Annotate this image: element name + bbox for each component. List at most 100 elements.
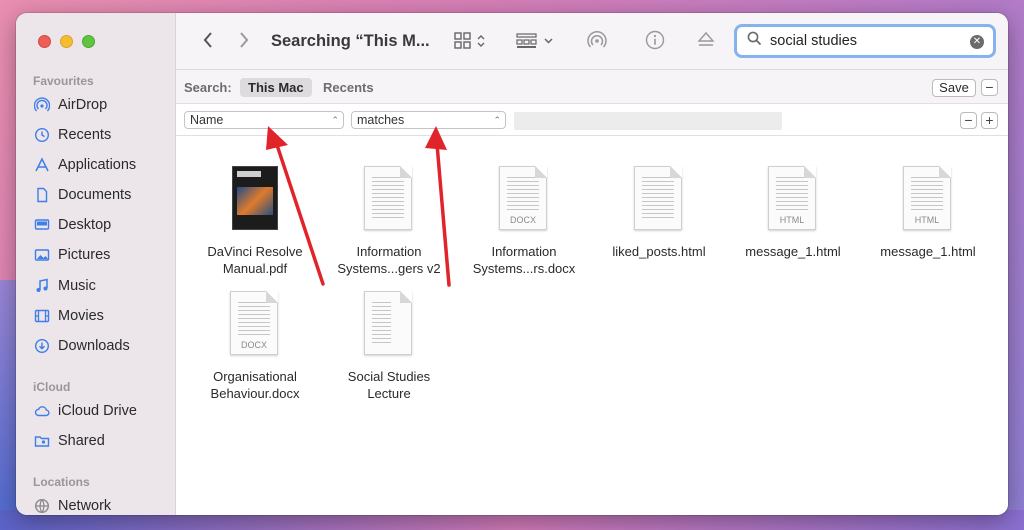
- search-results: DaVinci Resolve Manual.pdf Information Sys…: [176, 136, 1008, 515]
- attribute-dropdown[interactable]: Name ⌃: [184, 111, 344, 129]
- updown-chevron-icon: ⌃: [331, 115, 339, 125]
- file-item[interactable]: DOCX Information Systems...rs.docx: [459, 166, 589, 277]
- text-document-icon: [364, 166, 414, 234]
- file-item[interactable]: DOCX Organisational Behaviour.docx: [190, 291, 320, 402]
- file-name-line2: Systems...rs.docx: [472, 261, 576, 276]
- clear-search-icon[interactable]: ✕: [970, 35, 984, 49]
- group-icon: [516, 33, 553, 48]
- shared-folder-icon: [34, 433, 50, 449]
- music-icon: [34, 278, 50, 294]
- download-icon: [34, 338, 50, 354]
- chevron-right-icon: [240, 32, 249, 48]
- applications-icon: [34, 157, 50, 173]
- pdf-file-icon: [230, 166, 280, 234]
- view-mode-button[interactable]: [454, 32, 490, 50]
- file-type-tag: DOCX: [509, 215, 536, 225]
- minimize-window-button[interactable]: [60, 35, 73, 48]
- sidebar-item-label: Music: [58, 278, 96, 294]
- finder-window: Favourites AirDrop Recents Applications …: [16, 13, 1008, 515]
- docx-document-icon: DOCX: [499, 166, 549, 234]
- html-document-icon: HTML: [903, 166, 953, 234]
- sidebar-item-label: iCloud Drive: [58, 403, 137, 419]
- rule-value-field[interactable]: [514, 112, 782, 130]
- sidebar-item-recents[interactable]: Recents: [34, 124, 111, 146]
- forward-button[interactable]: [238, 31, 250, 49]
- attribute-dropdown-value: Name: [190, 113, 224, 127]
- back-button[interactable]: [202, 31, 214, 49]
- file-name-line1: liked_posts.html: [612, 244, 706, 259]
- file-type-tag: HTML: [779, 215, 805, 225]
- search-icon: [747, 31, 762, 51]
- zoom-window-button[interactable]: [82, 35, 95, 48]
- window-title: Searching “This M...: [271, 32, 430, 50]
- search-scope-bar: Search: This Mac Recents Save −: [176, 70, 1008, 104]
- file-name-line2: Lecture: [367, 386, 411, 401]
- eject-icon: [697, 31, 715, 46]
- file-item[interactable]: Social Studies Lecture: [324, 291, 454, 402]
- file-name-line1: Information: [356, 244, 422, 259]
- sidebar-item-label: AirDrop: [58, 97, 108, 113]
- file-item[interactable]: liked_posts.html: [594, 166, 724, 260]
- globe-icon: [34, 498, 50, 514]
- sidebar-item-label: Desktop: [58, 217, 112, 233]
- operator-dropdown[interactable]: matches ⌃: [351, 111, 506, 129]
- film-icon: [34, 308, 50, 324]
- remove-scope-button[interactable]: −: [981, 79, 998, 96]
- chevron-left-icon: [203, 32, 212, 48]
- sidebar-item-icloud-drive[interactable]: iCloud Drive: [34, 400, 137, 422]
- operator-dropdown-value: matches: [357, 113, 405, 127]
- sidebar-item-pictures[interactable]: Pictures: [34, 244, 110, 266]
- sidebar-item-label: Network: [58, 498, 112, 514]
- file-item[interactable]: HTML message_1.html: [863, 166, 993, 260]
- file-name-line2: Behaviour.docx: [210, 386, 300, 401]
- file-name-line2: Systems...gers v2: [337, 261, 441, 276]
- sidebar-item-documents[interactable]: Documents: [34, 184, 131, 206]
- sidebar-item-network[interactable]: Network: [34, 495, 111, 515]
- scope-recents-button[interactable]: Recents: [315, 78, 382, 97]
- group-by-button[interactable]: [516, 32, 556, 50]
- file-name-line1: Social Studies: [347, 369, 431, 384]
- sidebar-item-shared[interactable]: Shared: [34, 430, 105, 452]
- sidebar-item-label: Documents: [58, 187, 132, 203]
- file-name-line2: Manual.pdf: [222, 261, 288, 276]
- file-item[interactable]: HTML message_1.html: [728, 166, 858, 260]
- desktop-icon: [34, 217, 50, 233]
- add-rule-button[interactable]: +: [981, 112, 998, 129]
- clock-icon: [34, 127, 50, 143]
- text-document-icon: [634, 166, 684, 234]
- sidebar-item-music[interactable]: Music: [34, 275, 96, 297]
- close-window-button[interactable]: [38, 35, 51, 48]
- file-type-tag: DOCX: [240, 340, 267, 350]
- photo-icon: [34, 247, 50, 263]
- sidebar-item-downloads[interactable]: Downloads: [34, 335, 130, 357]
- sidebar-item-label: Pictures: [58, 247, 111, 263]
- info-icon: [645, 30, 665, 50]
- search-input[interactable]: [770, 33, 960, 49]
- document-icon: [34, 187, 50, 203]
- toolbar: Searching “This M... social studies ✕: [176, 13, 1008, 70]
- sidebar-section-locations: Locations: [33, 475, 90, 489]
- sidebar-item-applications[interactable]: Applications: [34, 154, 136, 176]
- airdrop-icon: [34, 97, 50, 113]
- search-field[interactable]: ✕: [734, 24, 996, 58]
- file-name-line1: message_1.html: [745, 244, 841, 259]
- airdrop-toolbar-button[interactable]: [587, 30, 607, 50]
- sidebar-item-label: Applications: [58, 157, 137, 173]
- scope-this-mac-button[interactable]: This Mac: [240, 78, 312, 97]
- file-item[interactable]: DaVinci Resolve Manual.pdf: [190, 166, 320, 277]
- file-type-tag: HTML: [914, 215, 940, 225]
- file-item[interactable]: Information Systems...gers v2: [324, 166, 454, 277]
- eject-button[interactable]: [696, 31, 716, 49]
- get-info-button[interactable]: [645, 30, 665, 50]
- sidebar-item-airdrop[interactable]: AirDrop: [34, 94, 107, 116]
- file-name-line1: Information: [491, 244, 557, 259]
- docx-document-icon: DOCX: [230, 291, 280, 359]
- sidebar-section-favourites: Favourites: [33, 74, 94, 88]
- sidebar-item-desktop[interactable]: Desktop: [34, 214, 111, 236]
- sidebar-item-movies[interactable]: Movies: [34, 305, 104, 327]
- remove-rule-button[interactable]: −: [960, 112, 977, 129]
- sidebar-item-label: Movies: [58, 308, 104, 324]
- save-search-button[interactable]: Save: [932, 79, 976, 97]
- file-name-line1: message_1.html: [880, 244, 976, 259]
- sidebar: Favourites AirDrop Recents Applications …: [16, 13, 176, 515]
